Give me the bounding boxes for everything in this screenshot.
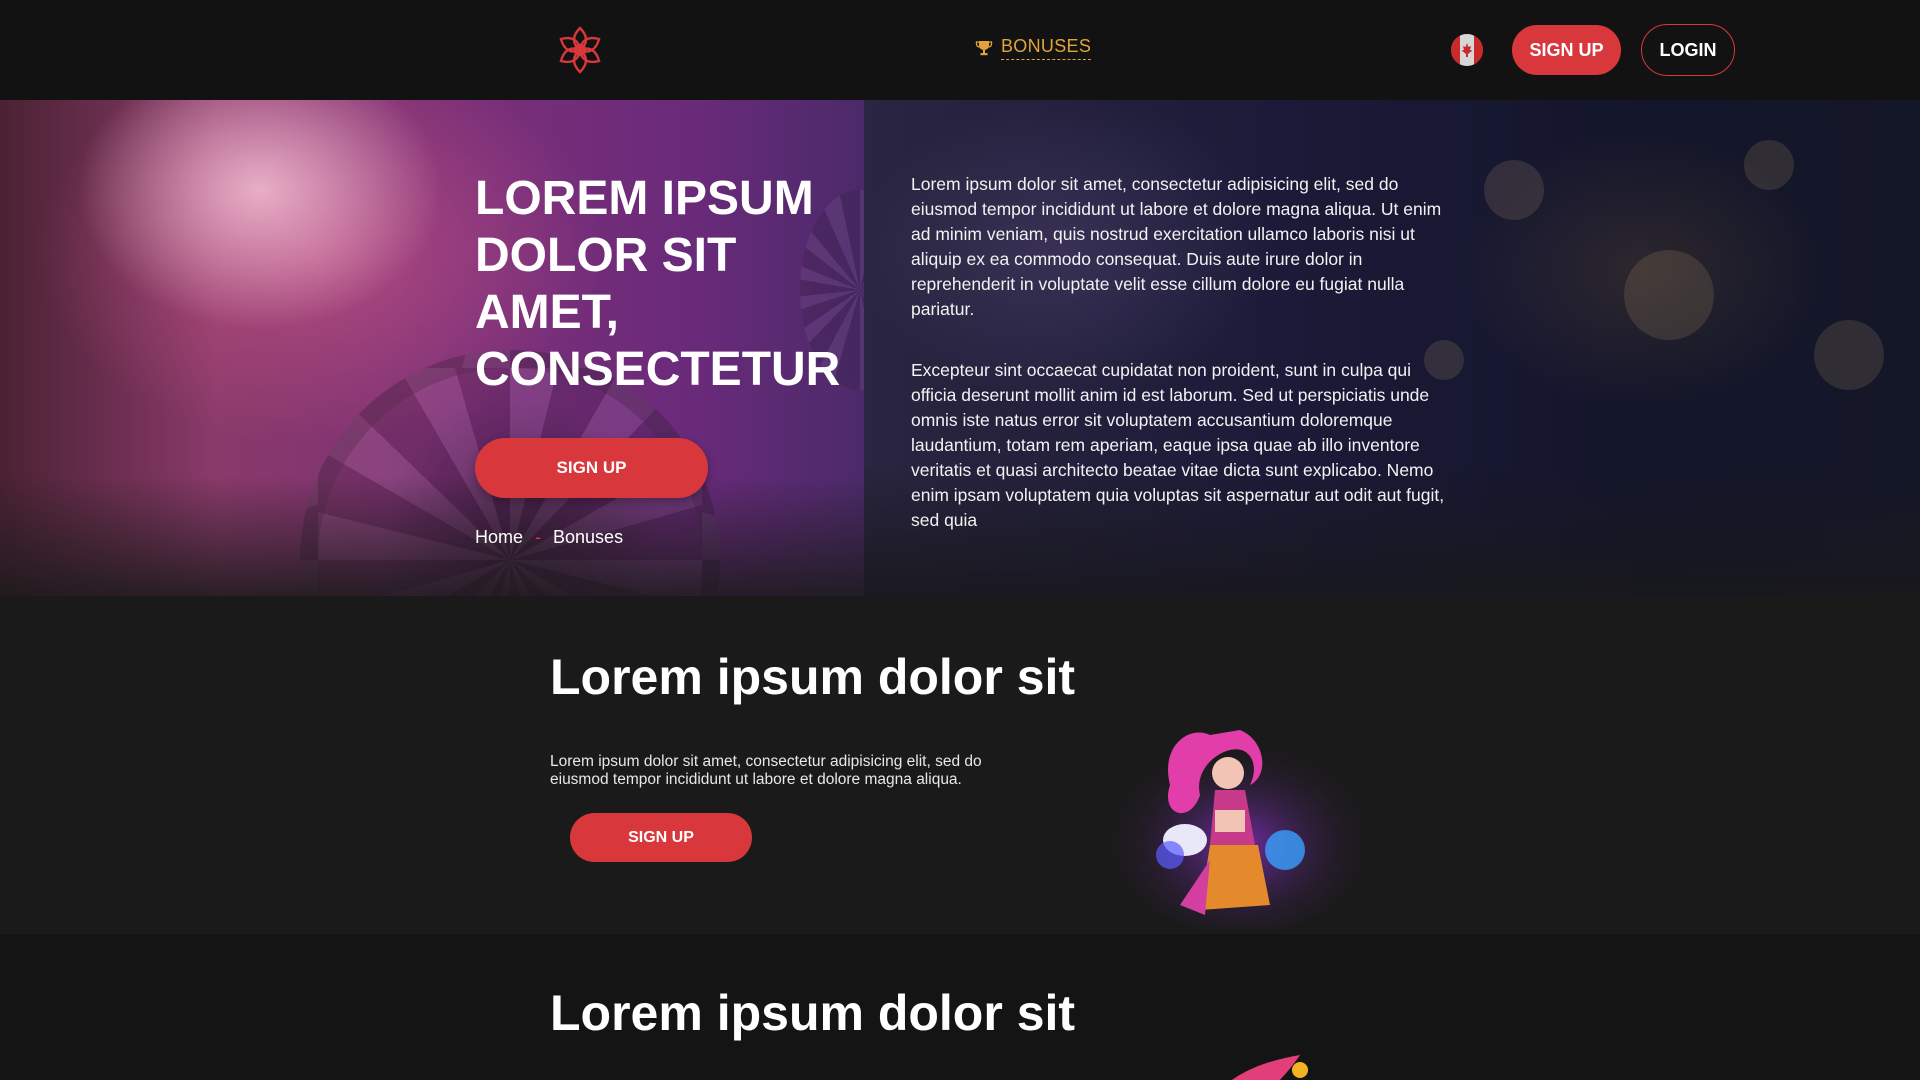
breadcrumb-home-link[interactable]: Home <box>475 527 523 548</box>
breadcrumb-separator: - <box>535 527 542 547</box>
breadcrumb-current[interactable]: Bonuses <box>553 527 623 548</box>
canada-flag-icon[interactable] <box>1451 34 1483 66</box>
bokeh-light <box>1484 160 1544 220</box>
hero-description: Lorem ipsum dolor sit amet, consectetur … <box>911 172 1451 533</box>
hero-signup-button[interactable]: SIGN UP <box>475 438 708 498</box>
section-2-title: Lorem ipsum dolor sit <box>550 985 1076 1041</box>
signup-button[interactable]: SIGN UP <box>1512 25 1621 75</box>
bokeh-light <box>1744 140 1794 190</box>
trophy-icon <box>975 41 993 56</box>
nav-bonuses-link[interactable]: BONUSES <box>975 36 1092 60</box>
hero-title: LOREM IPSUM DOLOR SIT AMET, CONSECTETUR <box>475 172 841 396</box>
hero-paragraph-1: Lorem ipsum dolor sit amet, consectetur … <box>911 174 1442 319</box>
login-button[interactable]: LOGIN <box>1641 24 1735 76</box>
flower-logo-icon[interactable] <box>554 24 606 76</box>
nav-bonuses-label: BONUSES <box>1001 36 1092 60</box>
character-illustration <box>1110 730 1365 930</box>
breadcrumb: Home - Bonuses <box>475 527 623 548</box>
hero-paragraph-2: Excepteur sint occaecat cupidatat non pr… <box>911 360 1445 530</box>
section-1-title: Lorem ipsum dolor sit <box>550 649 1076 705</box>
section-1-signup-button[interactable]: SIGN UP <box>570 813 752 862</box>
flag-graphic <box>1451 34 1483 66</box>
bokeh-light <box>1624 250 1714 340</box>
character-illustration <box>1232 1055 1308 1080</box>
site-header: BONUSES SIGN UP LOGIN <box>0 0 1920 100</box>
bokeh-light <box>1814 320 1884 390</box>
section-1-text: Lorem ipsum dolor sit amet, consectetur … <box>550 753 982 788</box>
